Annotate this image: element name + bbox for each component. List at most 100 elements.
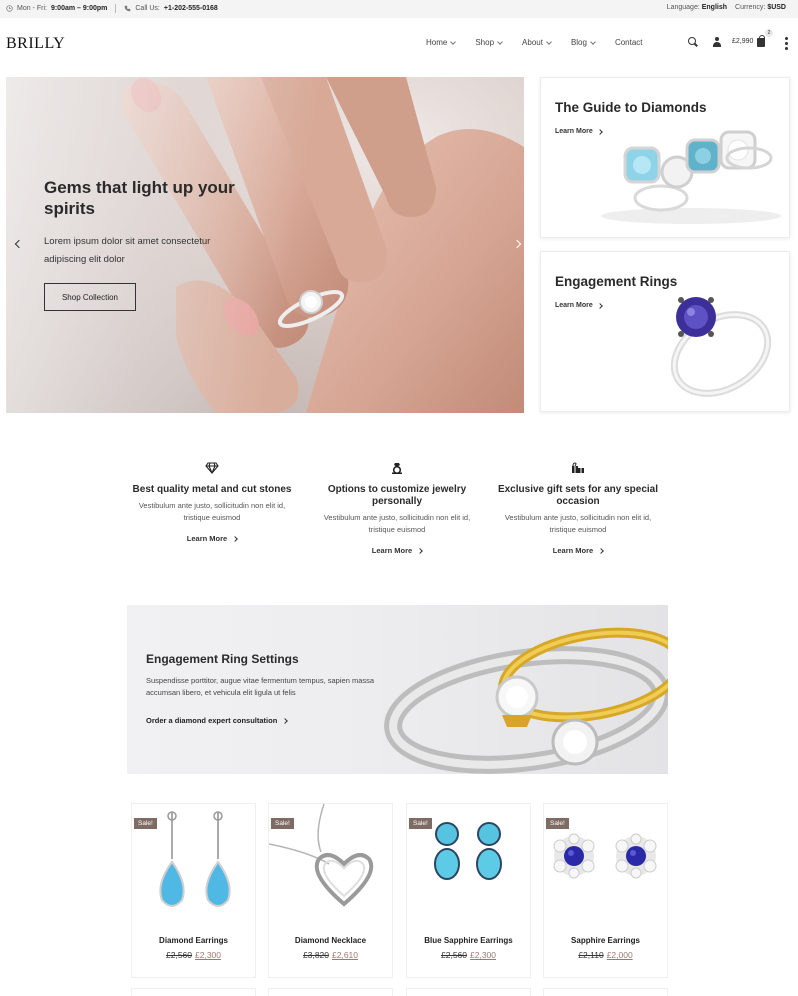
product-card[interactable]: Sale! Diamond Necklace £3,820 £2,610 — [268, 803, 393, 978]
feature-text: Vestibulum ante justo, sollicitudin non … — [323, 513, 471, 534]
phone-value[interactable]: +1-202-555-0168 — [164, 5, 218, 12]
cart-count-badge: 2 — [765, 29, 773, 37]
old-price: £2,110 — [578, 950, 604, 960]
product-price: £2,560 £2,300 — [407, 950, 530, 960]
product-name[interactable]: Diamond Necklace — [269, 936, 392, 945]
sale-badge: Sale! — [271, 818, 294, 829]
hours-label: Mon - Fri: — [17, 5, 47, 12]
feature-title: Options to customize jewelry personally — [327, 484, 467, 507]
diamond-rings-image — [601, 130, 781, 224]
learn-more-link[interactable]: Learn More — [371, 546, 424, 555]
hero-text: Lorem ipsum dolor sit amet consectetur a… — [44, 236, 211, 265]
language-value[interactable]: English — [702, 4, 727, 11]
learn-more-label: Learn More — [371, 546, 413, 555]
site-header: BRILLY Home Shop About Blog Contact £2,9… — [0, 18, 798, 70]
currency-label: Currency: — [735, 4, 766, 11]
shopping-bag-icon[interactable] — [757, 35, 766, 47]
feature-title: Exclusive gift sets for any special occa… — [497, 484, 659, 507]
feature-gift-sets: Exclusive gift sets for any special occa… — [493, 462, 663, 558]
chevron-down-icon — [497, 38, 503, 45]
feature-quality: Best quality metal and cut stones Vestib… — [127, 462, 297, 546]
phone-icon — [125, 5, 131, 12]
currency-value[interactable]: $USD — [767, 4, 786, 11]
old-price: £3,820 — [303, 950, 329, 960]
cart-total[interactable]: £2,990 — [732, 38, 753, 45]
diamond-icon — [205, 462, 219, 474]
chevron-down-icon — [590, 38, 596, 45]
engagement-settings-banner: Engagement Ring Settings Suspendisse por… — [127, 605, 668, 774]
sale-price: £2,300 — [470, 950, 496, 960]
clock-icon — [6, 5, 13, 12]
promo-card-diamonds-guide[interactable]: The Guide to Diamonds Learn More — [540, 77, 790, 238]
search-icon[interactable] — [688, 36, 698, 47]
learn-more-label: Learn More — [186, 534, 228, 543]
shop-collection-button[interactable]: Shop Collection — [44, 283, 136, 311]
promo-title: The Guide to Diamonds — [555, 100, 707, 115]
more-menu-icon[interactable] — [785, 37, 788, 51]
next-row-cards — [131, 988, 671, 996]
nav-label: Home — [426, 38, 448, 47]
gift-icon — [572, 462, 584, 473]
learn-more-link[interactable]: Learn More — [186, 534, 239, 543]
nav-label: Blog — [570, 38, 587, 47]
feature-text: Vestibulum ante justo, sollicitudin non … — [504, 513, 652, 534]
sale-price: £2,610 — [332, 950, 358, 960]
product-card[interactable]: Sale! Blue Sapphire Earrings £2,560 £2,30… — [406, 803, 531, 978]
promo-card-engagement-rings[interactable]: Engagement Rings Learn More — [540, 251, 790, 412]
hero-slider: Gems that light up your spirits Lorem ip… — [6, 77, 524, 413]
chevron-right-icon — [598, 547, 605, 554]
top-bar: Mon - Fri: 9:00am – 9:00pm Call Us: +1-2… — [0, 0, 798, 18]
sale-badge: Sale! — [546, 818, 569, 829]
nav-label: Shop — [475, 38, 495, 47]
main-nav: Home Shop About Blog Contact — [426, 38, 663, 47]
product-card[interactable]: Sale! Sapphire Earrings £2,110 £2,000 — [543, 803, 668, 978]
language-selector[interactable]: Language: English — [667, 4, 727, 11]
sale-badge: Sale! — [134, 818, 157, 829]
banner-title: Engagement Ring Settings — [146, 652, 299, 666]
logo[interactable]: BRILLY — [6, 35, 65, 53]
ring-icon — [392, 463, 402, 474]
consultation-label: Order a diamond expert consultation — [146, 716, 278, 725]
old-price: £2,560 — [166, 950, 192, 960]
product-name[interactable]: Diamond Earrings — [132, 936, 255, 945]
nav-item-contact[interactable]: Contact — [615, 38, 643, 47]
learn-more-link[interactable]: Learn More — [552, 546, 605, 555]
sale-price: £2,300 — [195, 950, 221, 960]
product-price: £3,820 £2,610 — [269, 950, 392, 960]
currency-selector[interactable]: Currency: $USD — [735, 4, 786, 11]
user-icon[interactable] — [712, 36, 722, 47]
nav-item-shop[interactable]: Shop — [475, 38, 503, 47]
product-price: £2,560 £2,300 — [132, 950, 255, 960]
hours-value: 9:00am – 9:00pm — [50, 5, 108, 12]
sapphire-ring-image — [670, 297, 772, 397]
feature-title: Best quality metal and cut stones — [132, 484, 292, 495]
nav-item-about[interactable]: About — [522, 38, 552, 47]
product-name[interactable]: Sapphire Earrings — [544, 936, 667, 945]
learn-more-label: Learn More — [552, 546, 594, 555]
hero-title: Gems that light up your spirits — [44, 178, 235, 218]
phone-label: Call Us: — [135, 5, 160, 12]
rings-image — [384, 627, 668, 774]
chevron-down-icon — [546, 38, 552, 45]
chevron-right-icon — [282, 717, 289, 724]
sale-price: £2,000 — [606, 950, 633, 960]
learn-more-label: Learn More — [555, 302, 593, 309]
product-price: £2,110 £2,000 — [544, 950, 667, 960]
chevron-down-icon — [450, 38, 457, 45]
nav-item-blog[interactable]: Blog — [570, 38, 596, 47]
consultation-link[interactable]: Order a diamond expert consultation — [146, 716, 289, 725]
chevron-right-icon — [232, 535, 239, 542]
product-name[interactable]: Blue Sapphire Earrings — [407, 936, 530, 945]
sale-badge: Sale! — [409, 818, 432, 829]
nav-label: Contact — [614, 38, 643, 47]
old-price: £2,560 — [441, 950, 467, 960]
nav-label: About — [522, 38, 543, 47]
chevron-right-icon — [417, 547, 424, 554]
language-label: Language: — [666, 4, 700, 11]
learn-more-link[interactable]: Learn More — [555, 302, 603, 309]
product-card[interactable]: Sale! Diamond Earrings £2,560 £2,300 — [131, 803, 256, 978]
feature-text: Vestibulum ante justo, sollicitudin non … — [138, 501, 286, 522]
feature-customize: Options to customize jewelry personally … — [312, 462, 482, 558]
nav-item-home[interactable]: Home — [426, 38, 457, 47]
banner-text: Suspendisse porttitor, augue vitae ferme… — [146, 676, 375, 697]
